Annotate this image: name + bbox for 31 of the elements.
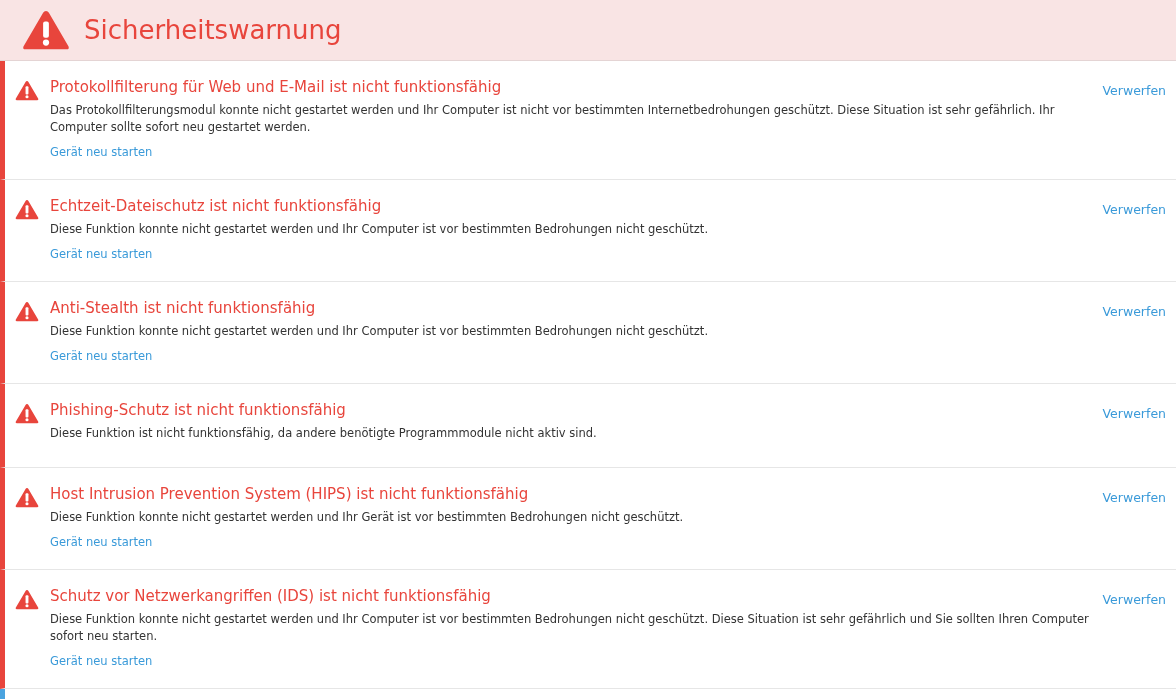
dismiss-link[interactable]: Verwerfen — [1102, 490, 1166, 505]
dismiss-link[interactable]: Verwerfen — [1102, 304, 1166, 319]
alert-description: Das Protokollfilterungsmodul konnte nicht gestartet werden und Ihr Computer ist nicht vor bestimmten Internetbedrohungen geschützt. Diese Situation ist sehr gefährlich. Ihr Computer sollte sofort neu gestartet werden. — [50, 102, 1056, 136]
dismiss-link[interactable]: Verwerfen — [1102, 406, 1166, 421]
alert-description: Diese Funktion ist nicht funktionsfähig, da andere benötigte Programmmodule nicht aktiv sind. — [50, 425, 598, 442]
alert-title: Phishing-Schutz ist nicht funktionsfähig — [50, 400, 347, 421]
alert-title: Protokollfilterung für Web und E-Mail ist nicht funktionsfähig — [50, 77, 503, 98]
restart-link[interactable]: Gerät neu starten — [50, 246, 153, 263]
dismiss-link[interactable]: Verwerfen — [1102, 202, 1166, 217]
warning-icon — [15, 199, 39, 220]
alert-description: Diese Funktion konnte nicht gestartet werden und Ihr Computer ist vor bestimmten Bedrohungen nicht geschützt. — [50, 221, 710, 238]
dismiss-link[interactable]: Verwerfen — [1102, 83, 1166, 98]
warning-icon — [15, 589, 39, 610]
restart-link[interactable]: Gerät neu starten — [50, 348, 153, 365]
warning-icon — [22, 9, 70, 51]
restart-link[interactable]: Gerät neu starten — [50, 534, 153, 551]
restart-link[interactable]: Gerät neu starten — [50, 653, 153, 670]
warning-icon — [15, 80, 39, 101]
restart-link[interactable]: Gerät neu starten — [50, 144, 153, 161]
alert-description: Diese Funktion konnte nicht gestartet werden und Ihr Computer ist vor bestimmten Bedrohungen nicht geschützt. — [50, 323, 710, 340]
alert-description: Diese Funktion konnte nicht gestartet werden und Ihr Computer ist vor bestimmten Bedrohungen nicht geschützt. Diese Situation ist sehr gefährlich und Sie sollten Ihren Computer sofort neu starten. — [50, 611, 1090, 645]
warning-icon — [15, 403, 39, 424]
alert-title: Host Intrusion Prevention System (HIPS) ist nicht funktionsfähig — [50, 484, 530, 505]
warning-icon — [15, 301, 39, 322]
alert-title: Anti-Stealth ist nicht funktionsfähig — [50, 298, 317, 319]
alert-description: Diese Funktion konnte nicht gestartet werden und Ihr Gerät ist vor bestimmten Bedrohungen nicht geschützt. — [50, 509, 685, 526]
warning-icon — [15, 487, 39, 508]
alert-title: Schutz vor Netzwerkangriffen (IDS) ist nicht funktionsfähig — [50, 586, 492, 607]
header-title: Sicherheitswarnung — [84, 13, 342, 47]
alert-title: Echtzeit-Dateischutz ist nicht funktionsfähig — [50, 196, 383, 217]
dismiss-link[interactable]: Verwerfen — [1102, 592, 1166, 607]
